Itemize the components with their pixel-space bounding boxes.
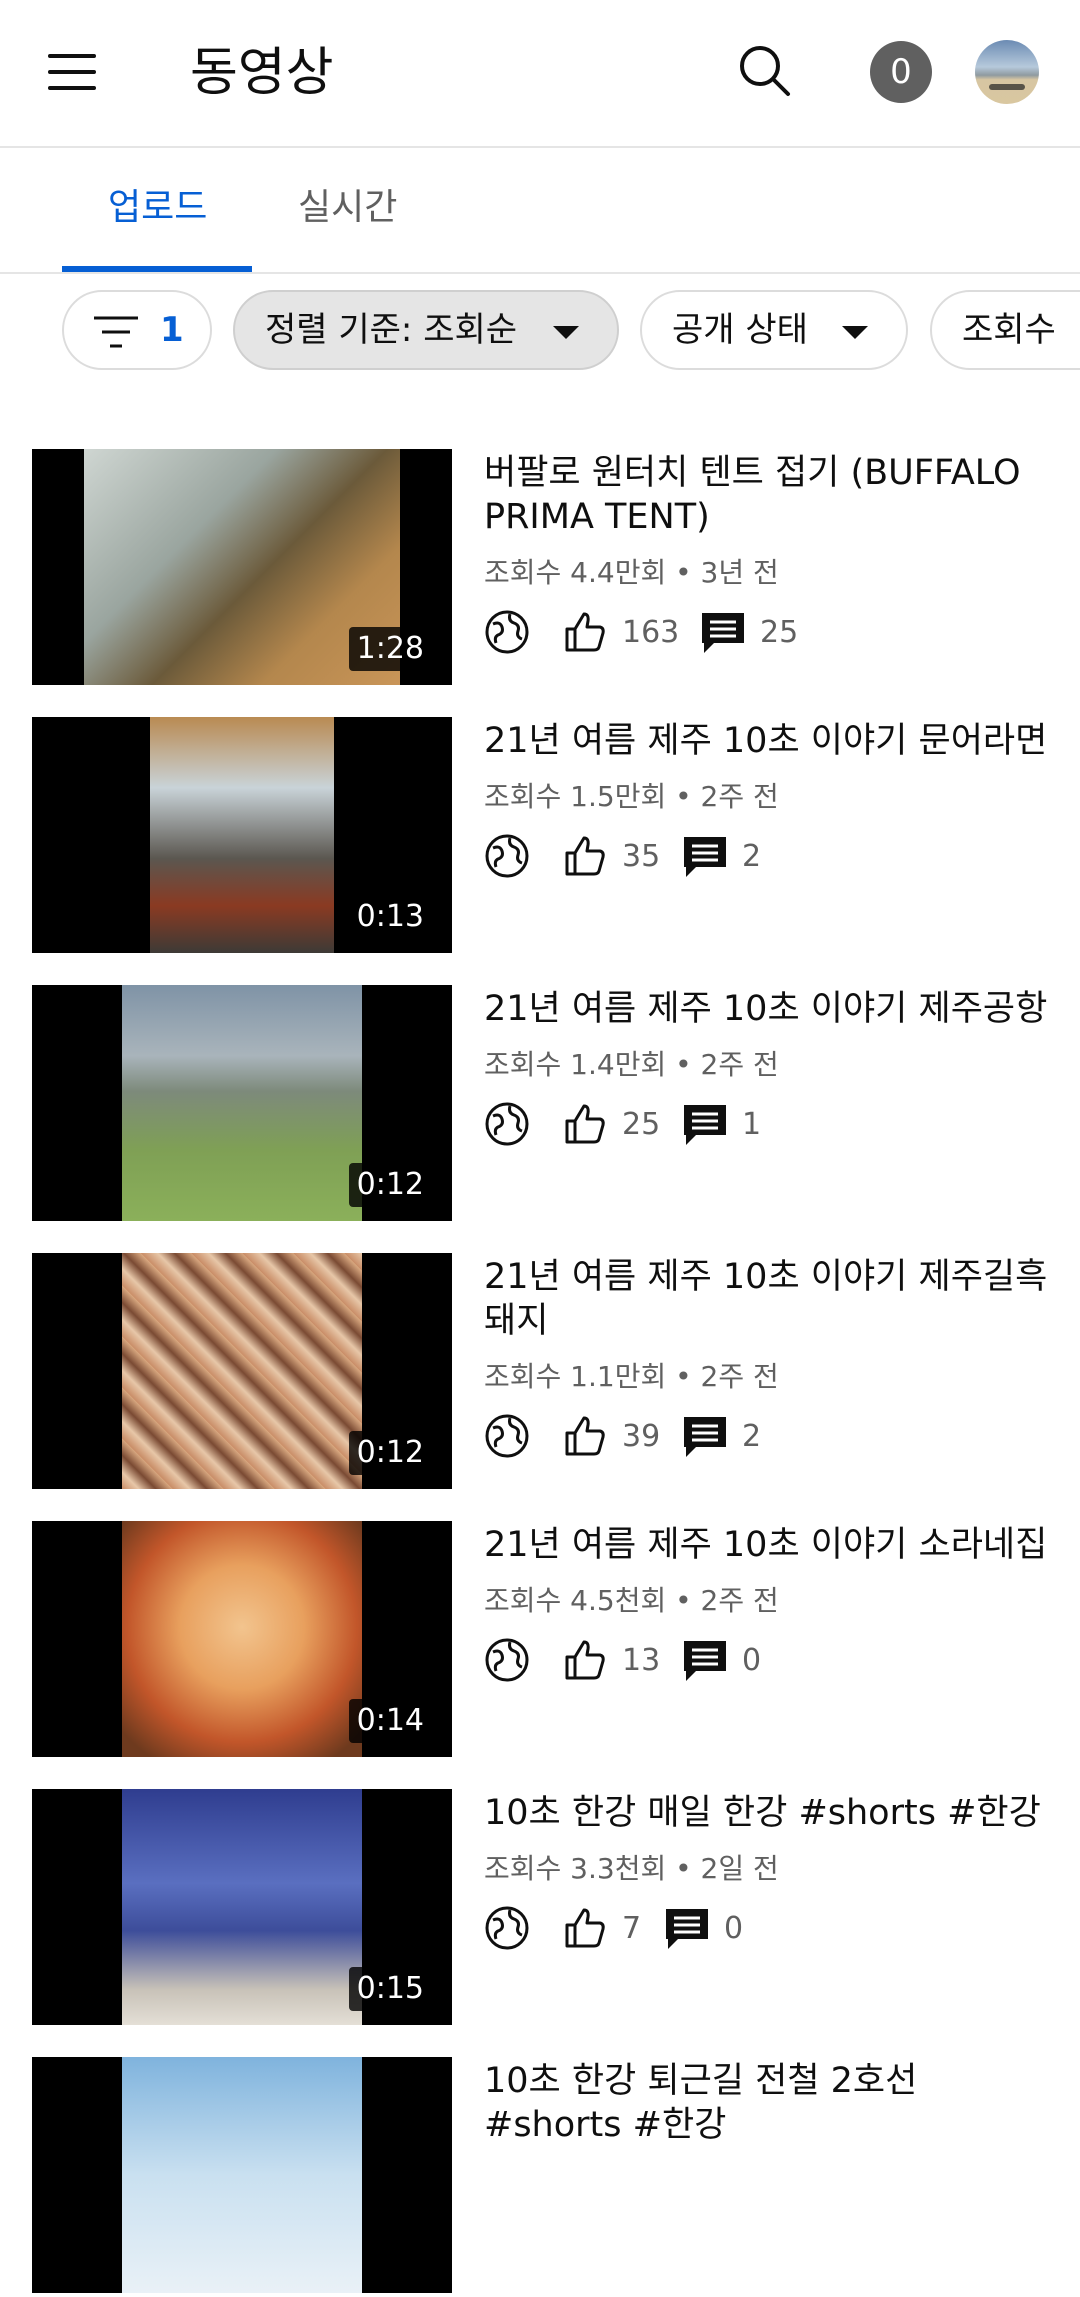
- comment-count: 2: [742, 839, 762, 874]
- video-meta: 조회수 4.5천회 • 2주 전: [484, 1584, 779, 1617]
- views-dropdown[interactable]: 조회수: [930, 290, 1080, 370]
- sort-dropdown[interactable]: 정렬 기준: 조회순: [233, 290, 619, 370]
- comment-count: 25: [760, 615, 799, 650]
- comment-icon: [684, 1417, 726, 1457]
- public-globe-icon: [485, 834, 529, 878]
- video-title[interactable]: 21년 여름 제주 10초 이야기 소라네집: [484, 1523, 1054, 1567]
- filter-button[interactable]: 1: [62, 290, 212, 370]
- comment-count: 1: [742, 1107, 762, 1142]
- filter-count: 1: [160, 310, 184, 350]
- comment-icon: [684, 1105, 726, 1145]
- thumb-up-icon: [565, 612, 605, 652]
- video-meta: 조회수 1.5만회 • 2주 전: [484, 780, 779, 813]
- video-title[interactable]: 21년 여름 제주 10초 이야기 제주길흑돼지: [484, 1255, 1054, 1343]
- visibility-label: 공개 상태: [672, 310, 808, 350]
- sort-label: 정렬 기준: 조회순: [265, 310, 518, 350]
- video-list-item[interactable]: 1:28 버팔로 원터치 텐트 접기 (BUFFALO PRIMA TENT) …: [0, 449, 1080, 689]
- like-count: 13: [622, 1643, 661, 1678]
- comment-icon: [684, 1641, 726, 1681]
- caret-down-icon: [842, 326, 868, 339]
- public-globe-icon: [485, 1906, 529, 1950]
- thumb-up-icon: [565, 1640, 605, 1680]
- tab-uploads[interactable]: 업로드: [108, 178, 207, 238]
- avatar[interactable]: [975, 40, 1039, 104]
- video-list-item[interactable]: 0:12 21년 여름 제주 10초 이야기 제주길흑돼지 조회수 1.1만회 …: [0, 1253, 1080, 1493]
- video-title[interactable]: 10초 한강 매일 한강 #shorts #한강: [484, 1791, 1054, 1835]
- video-meta: 조회수 1.4만회 • 2주 전: [484, 1048, 779, 1081]
- like-count: 35: [622, 839, 661, 874]
- video-thumbnail[interactable]: 0:13: [32, 717, 452, 953]
- search-icon[interactable]: [730, 36, 800, 106]
- video-duration: 0:15: [348, 1967, 432, 2011]
- comment-count: 2: [742, 1419, 762, 1454]
- thumb-up-icon: [565, 1416, 605, 1456]
- comment-count: 0: [724, 1911, 744, 1946]
- public-globe-icon: [485, 1102, 529, 1146]
- video-meta: 조회수 3.3천회 • 2일 전: [484, 1852, 779, 1885]
- filter-icon: [94, 316, 138, 348]
- video-duration: 0:12: [348, 1163, 432, 1207]
- video-thumbnail[interactable]: 0:14: [32, 1521, 452, 1757]
- video-duration: 0:12: [348, 1431, 432, 1475]
- video-list-item[interactable]: 0:14 21년 여름 제주 10초 이야기 소라네집 조회수 4.5천회 • …: [0, 1521, 1080, 1761]
- video-thumbnail[interactable]: 1:28: [32, 449, 452, 685]
- like-count: 7: [622, 1911, 642, 1946]
- video-meta: 조회수 1.1만회 • 2주 전: [484, 1360, 779, 1393]
- video-meta: 조회수 4.4만회 • 3년 전: [484, 556, 779, 589]
- thumb-up-icon: [565, 1908, 605, 1948]
- page-title: 동영상: [190, 43, 334, 103]
- video-title[interactable]: 21년 여름 제주 10초 이야기 제주공항: [484, 987, 1054, 1031]
- thumb-up-icon: [565, 836, 605, 876]
- video-title[interactable]: 버팔로 원터치 텐트 접기 (BUFFALO PRIMA TENT): [484, 451, 1054, 539]
- video-thumbnail[interactable]: [32, 2057, 452, 2293]
- video-list-item[interactable]: 0:12 21년 여름 제주 10초 이야기 제주공항 조회수 1.4만회 • …: [0, 985, 1080, 1225]
- public-globe-icon: [485, 1414, 529, 1458]
- views-label: 조회수: [962, 310, 1056, 350]
- like-count: 39: [622, 1419, 661, 1454]
- comment-icon: [702, 613, 744, 653]
- top-app-bar: 동영상 0: [0, 0, 1080, 148]
- video-title[interactable]: 10초 한강 퇴근길 전철 2호선 #shorts #한강: [484, 2059, 1054, 2147]
- comment-icon: [684, 837, 726, 877]
- video-list-item[interactable]: 0:13 21년 여름 제주 10초 이야기 문어라면 조회수 1.5만회 • …: [0, 717, 1080, 957]
- public-globe-icon: [485, 1638, 529, 1682]
- content-tabs: 업로드 실시간: [0, 148, 1080, 274]
- tab-live[interactable]: 실시간: [298, 178, 397, 238]
- thumb-up-icon: [565, 1104, 605, 1144]
- video-list-item[interactable]: 0:15 10초 한강 매일 한강 #shorts #한강 조회수 3.3천회 …: [0, 1789, 1080, 2029]
- video-thumbnail[interactable]: 0:15: [32, 1789, 452, 2025]
- comment-count: 0: [742, 1643, 762, 1678]
- public-globe-icon: [485, 610, 529, 654]
- comment-icon: [666, 1909, 708, 1949]
- visibility-dropdown[interactable]: 공개 상태: [640, 290, 908, 370]
- video-title[interactable]: 21년 여름 제주 10초 이야기 문어라면: [484, 719, 1054, 763]
- like-count: 25: [622, 1107, 661, 1142]
- video-duration: 0:13: [348, 895, 432, 939]
- video-list-item[interactable]: 10초 한강 퇴근길 전철 2호선 #shorts #한강: [0, 2057, 1080, 2297]
- active-tab-indicator: [62, 266, 252, 272]
- video-thumbnail[interactable]: 0:12: [32, 1253, 452, 1489]
- caret-down-icon: [553, 326, 579, 339]
- like-count: 163: [622, 615, 680, 650]
- video-duration: 1:28: [348, 627, 432, 671]
- hamburger-menu-icon[interactable]: [34, 40, 114, 104]
- video-thumbnail[interactable]: 0:12: [32, 985, 452, 1221]
- video-duration: 0:14: [348, 1699, 432, 1743]
- notification-count-badge[interactable]: 0: [870, 41, 932, 103]
